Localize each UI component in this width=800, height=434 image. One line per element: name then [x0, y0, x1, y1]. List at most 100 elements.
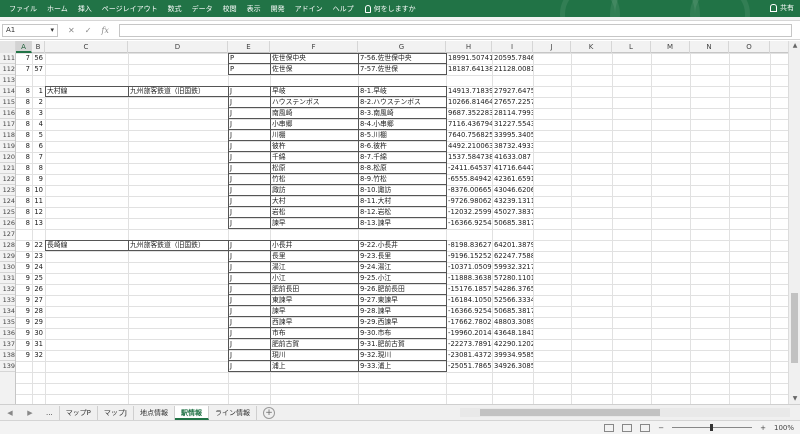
cell-d[interactable] [128, 273, 228, 284]
cell-c[interactable] [45, 130, 128, 141]
cell-d[interactable] [128, 350, 228, 361]
cell-g[interactable]: 8-7.千綿 [358, 152, 446, 163]
cell-f[interactable]: 小串郷 [270, 119, 358, 130]
cell-a[interactable]: 9 [16, 240, 32, 251]
cell-g[interactable]: 9-25.小江 [358, 273, 446, 284]
cell-e[interactable]: J [228, 317, 270, 328]
cell-d[interactable] [128, 53, 228, 64]
cell-i[interactable]: 62247.75884 [492, 251, 533, 262]
cell-b[interactable]: 9 [32, 174, 45, 185]
cell-f[interactable]: 早岐 [270, 86, 358, 97]
cell-h[interactable]: -17662.78025 [446, 317, 492, 328]
cell-e[interactable]: J [228, 218, 270, 229]
horizontal-scrollbar[interactable] [460, 408, 790, 417]
cell-a[interactable]: 9 [16, 284, 32, 295]
cell-a[interactable]: 9 [16, 262, 32, 273]
enter-icon[interactable]: ✓ [85, 26, 92, 35]
column-header-o[interactable]: O [729, 41, 770, 53]
sheet-tab-map-j[interactable]: マップJ [98, 405, 134, 420]
tab-formulas[interactable]: 数式 [163, 4, 187, 14]
cell-h[interactable]: -12032.25998 [446, 207, 492, 218]
cell-d[interactable] [128, 119, 228, 130]
tab-help[interactable]: ヘルプ [328, 4, 359, 14]
cell-e[interactable]: J [228, 251, 270, 262]
cell-h[interactable]: -8376.006652 [446, 185, 492, 196]
cell-g[interactable]: 8-2.ハウステンボス [358, 97, 446, 108]
cell-b[interactable]: 30 [32, 328, 45, 339]
column-header-i[interactable]: I [492, 41, 533, 53]
cell-e[interactable]: J [228, 119, 270, 130]
cell-d[interactable] [128, 361, 228, 372]
cell-h[interactable]: 18991.50741 [446, 53, 492, 64]
cell-c[interactable] [45, 141, 128, 152]
cell-a[interactable]: 9 [16, 339, 32, 350]
column-header-g[interactable]: G [358, 41, 446, 53]
cell-b[interactable]: 8 [32, 163, 45, 174]
cell-e[interactable]: J [228, 284, 270, 295]
column-header-j[interactable]: J [533, 41, 571, 53]
cell-h[interactable]: -8198.836271 [446, 240, 492, 251]
row-header[interactable]: 135 [0, 317, 15, 328]
cell-h[interactable]: -11888.36383 [446, 273, 492, 284]
page-break-view-icon[interactable] [640, 423, 651, 432]
cell-b[interactable]: 4 [32, 119, 45, 130]
cell-d[interactable] [128, 306, 228, 317]
tab-home[interactable]: ホーム [42, 4, 73, 14]
cell-b[interactable]: 29 [32, 317, 45, 328]
cell-b[interactable]: 25 [32, 273, 45, 284]
cell-e[interactable]: J [228, 207, 270, 218]
cell-i[interactable]: 42361.65915 [492, 174, 533, 185]
cell-h[interactable] [446, 229, 492, 240]
cell-a[interactable]: 9 [16, 328, 32, 339]
cell-a[interactable]: 7 [16, 53, 32, 64]
scroll-down-icon[interactable]: ▼ [789, 394, 800, 404]
cell-a[interactable]: 8 [16, 163, 32, 174]
horizontal-scroll-thumb[interactable] [480, 409, 660, 416]
cell-e[interactable]: P [228, 53, 270, 64]
row-header[interactable]: 120 [0, 152, 15, 163]
row-header[interactable]: 133 [0, 295, 15, 306]
row-header[interactable]: 129 [0, 251, 15, 262]
cell-e[interactable]: J [228, 361, 270, 372]
cell-h[interactable]: 10266.81464 [446, 97, 492, 108]
cell-d[interactable]: 九州旅客鉄道（旧国鉄） [128, 86, 228, 97]
cell-a[interactable]: 8 [16, 185, 32, 196]
cell-i[interactable]: 33995.3405 [492, 130, 533, 141]
cell-h[interactable]: 7116.436794 [446, 119, 492, 130]
cell-f[interactable]: 松原 [270, 163, 358, 174]
cell-b[interactable]: 11 [32, 196, 45, 207]
cell-g[interactable] [358, 75, 446, 86]
cell-e[interactable] [228, 229, 270, 240]
cell-d[interactable] [128, 251, 228, 262]
row-header[interactable]: 121 [0, 163, 15, 174]
cell-i[interactable]: 21128.00817 [492, 64, 533, 75]
cell-i[interactable]: 48803.30891 [492, 317, 533, 328]
row-header[interactable]: 128 [0, 240, 15, 251]
tell-me-search[interactable]: 何をしますか [364, 4, 416, 14]
cell-a[interactable]: 8 [16, 119, 32, 130]
tab-review[interactable]: 校閲 [218, 4, 242, 14]
cell-h[interactable]: 7640.756825 [446, 130, 492, 141]
cell-c[interactable] [45, 328, 128, 339]
cell-d[interactable]: 九州旅客鉄道（旧国鉄） [128, 240, 228, 251]
zoom-level[interactable]: 100% [774, 424, 794, 432]
cell-i[interactable] [492, 229, 533, 240]
cell-c[interactable] [45, 97, 128, 108]
cell-g[interactable] [358, 229, 446, 240]
cell-g[interactable]: 9-30.市布 [358, 328, 446, 339]
zoom-in-button[interactable]: + [760, 424, 766, 432]
cell-h[interactable]: 14913.71839 [446, 86, 492, 97]
cell-g[interactable]: 8-9.竹松 [358, 174, 446, 185]
cell-a[interactable]: 8 [16, 152, 32, 163]
cell-b[interactable] [32, 229, 45, 240]
cell-i[interactable]: 50685.38172 [492, 218, 533, 229]
cell-e[interactable]: J [228, 185, 270, 196]
cell-d[interactable] [128, 295, 228, 306]
cell-i[interactable]: 39934.95859 [492, 350, 533, 361]
cell-h[interactable]: 1537.584738 [446, 152, 492, 163]
cell-i[interactable]: 54286.37657 [492, 284, 533, 295]
name-box[interactable]: A1 ▾ [2, 23, 58, 37]
cell-i[interactable]: 20595.78465 [492, 53, 533, 64]
cell-d[interactable] [128, 174, 228, 185]
cell-d[interactable] [128, 218, 228, 229]
